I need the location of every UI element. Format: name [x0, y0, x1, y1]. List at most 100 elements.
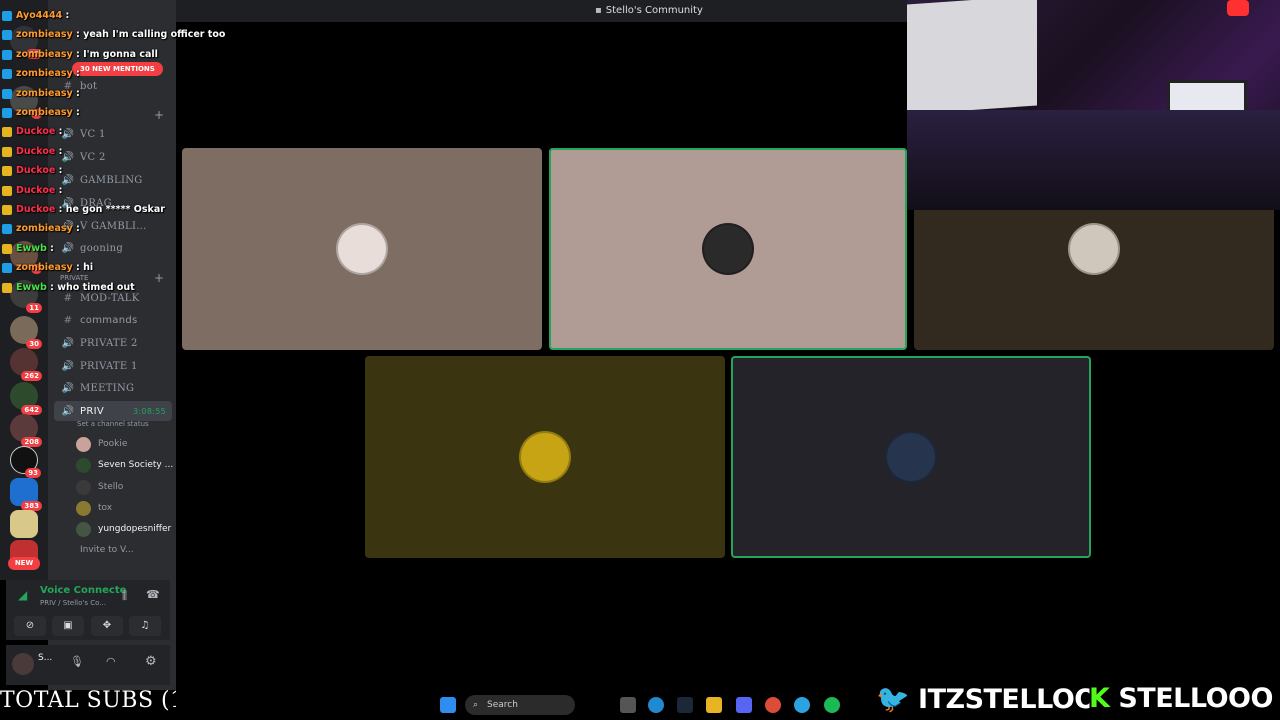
- chat-username: zombieasy: [16, 48, 73, 60]
- voice-member[interactable]: yungdopesniffer: [76, 519, 171, 539]
- new-unreads-pill[interactable]: NEW: [8, 557, 40, 570]
- server-icon[interactable]: 642: [10, 382, 42, 415]
- user-panel: S... 🎙 ◠ ⚙: [6, 645, 170, 685]
- server-icon[interactable]: [10, 510, 38, 538]
- channel-status-link[interactable]: Set a channel status: [77, 420, 149, 428]
- voice-member[interactable]: Seven Society ...: [76, 455, 173, 475]
- kick-icon: K: [1089, 683, 1110, 714]
- chat-text: I'm gonna call: [83, 48, 158, 60]
- chat-username: Ewwb: [16, 242, 47, 254]
- avatar: [76, 436, 91, 452]
- taskbar-search[interactable]: ⌕ Search: [465, 695, 575, 715]
- chat-username: zombieasy: [16, 262, 73, 274]
- voice-member[interactable]: Stello: [76, 477, 123, 497]
- server-icon[interactable]: 30: [10, 316, 42, 349]
- voice-location[interactable]: PRIV / Stello's Co...: [40, 599, 106, 607]
- screen-share-button[interactable]: ▣: [52, 616, 84, 636]
- add-channel-icon[interactable]: +: [154, 271, 164, 285]
- chat-badge-icon: [2, 224, 12, 235]
- chat-badge-icon: [2, 88, 12, 99]
- chat-badge-icon: [2, 166, 12, 177]
- microphone-icon[interactable]: 🎙: [70, 655, 84, 668]
- channel-meeting[interactable]: 🔊 MEETING: [54, 378, 172, 398]
- desk: [907, 110, 1280, 210]
- chat-username: Duckoe: [16, 204, 56, 215]
- window-title: ▪ Stello's Community: [595, 5, 703, 16]
- activities-button[interactable]: ✥: [91, 616, 123, 636]
- banner-board: [907, 0, 1037, 115]
- channel-vc1[interactable]: 🔊 VC 1: [54, 124, 172, 144]
- speaker-icon: 🔊: [61, 405, 75, 417]
- channel-gambling[interactable]: 🔊 GAMBLING: [54, 170, 172, 190]
- discord-icon[interactable]: [736, 697, 752, 713]
- avatar: [76, 521, 91, 537]
- participant-tile[interactable]: [182, 148, 542, 350]
- participant-avatar: [885, 431, 937, 483]
- channel-private-1[interactable]: 🔊 PRIVATE 1: [54, 356, 172, 376]
- avatar: [76, 500, 91, 516]
- chat-badge-icon: [2, 11, 12, 21]
- participant-tile[interactable]: [365, 356, 725, 558]
- steam-icon[interactable]: [677, 697, 693, 713]
- speaker-icon: 🔊: [61, 382, 75, 394]
- chat-text: who timed out: [57, 281, 135, 293]
- edge-icon[interactable]: [648, 697, 664, 713]
- app-icon[interactable]: [620, 697, 636, 713]
- chat-username: Ewwb: [16, 281, 47, 293]
- chat-badge-icon: [2, 243, 12, 254]
- chat-message: zombieasy : I'm gonna call: [2, 49, 158, 60]
- participant-tile[interactable]: [731, 356, 1091, 558]
- chat-badge-icon: [2, 108, 12, 118]
- chat-message: zombieasy : yeah I'm calling officer too: [2, 29, 226, 41]
- neon-sign: [1227, 0, 1249, 16]
- channel-commands[interactable]: # commands: [54, 310, 172, 330]
- folder-icon[interactable]: [706, 697, 722, 713]
- new-mentions-pill[interactable]: 30 NEW MENTIONS: [72, 62, 163, 76]
- spotify-icon[interactable]: [824, 697, 840, 713]
- chat-username: Duckoe: [16, 126, 56, 138]
- channel-gooning[interactable]: 🔊 gooning: [54, 238, 172, 258]
- disconnect-icon[interactable]: ☎: [146, 588, 160, 601]
- server-icon[interactable]: 383: [10, 478, 42, 511]
- server-icon[interactable]: 93: [10, 446, 41, 478]
- chat-message: zombieasy :: [2, 68, 80, 80]
- chat-badge-icon: [2, 205, 12, 215]
- voice-member[interactable]: Pookie: [76, 434, 127, 454]
- chat-badge-icon: [2, 282, 12, 293]
- invite-to-voice-button[interactable]: Invite to V...: [80, 545, 134, 555]
- chrome-icon[interactable]: [765, 697, 781, 713]
- gear-icon[interactable]: ⚙: [145, 654, 157, 669]
- channel-priv-active[interactable]: 🔊 PRIV 3:08:55: [54, 401, 172, 421]
- chat-username: Ayo4444: [16, 10, 63, 21]
- avatar[interactable]: [12, 653, 34, 675]
- channel-vc2[interactable]: 🔊 VC 2: [54, 147, 172, 167]
- soundboard-button[interactable]: ♫: [129, 616, 161, 636]
- windows-start-icon[interactable]: [440, 697, 456, 713]
- noise-suppression-icon[interactable]: ⫼: [122, 589, 127, 603]
- telegram-icon[interactable]: [794, 697, 810, 713]
- chat-badge-icon: [2, 185, 12, 196]
- chat-username: Duckoe: [16, 165, 56, 177]
- server-icon[interactable]: 262: [10, 348, 42, 381]
- chat-message: Ayo4444 :: [2, 10, 69, 21]
- chat-message: Duckoe :: [2, 146, 62, 157]
- add-channel-icon[interactable]: +: [154, 108, 164, 122]
- chat-text: yeah I'm calling officer too: [83, 29, 226, 41]
- voice-member[interactable]: tox: [76, 498, 112, 518]
- kick-handle: K STELLOOO: [1089, 683, 1273, 714]
- server-badge: 30: [26, 339, 42, 349]
- chat-username: zombieasy: [16, 107, 73, 118]
- voice-status[interactable]: Voice Connecte: [40, 585, 126, 596]
- channel-private-2[interactable]: 🔊 PRIVATE 2: [54, 333, 172, 353]
- username[interactable]: S...: [38, 653, 52, 663]
- server-badge: 93: [25, 468, 41, 478]
- participant-tile[interactable]: [549, 148, 907, 350]
- screen: 52 1 7 11 30 262 642 208 93 383 NEW 30 N…: [0, 0, 1280, 720]
- headphones-icon[interactable]: ◠: [106, 655, 116, 668]
- webcam-overlay: [907, 0, 1280, 210]
- chat-badge-icon: [2, 263, 12, 274]
- server-icon[interactable]: 208: [10, 414, 42, 447]
- camera-off-button[interactable]: ⊘: [14, 616, 46, 636]
- chat-message: zombieasy :: [2, 88, 80, 99]
- signal-icon: ◢: [18, 588, 28, 602]
